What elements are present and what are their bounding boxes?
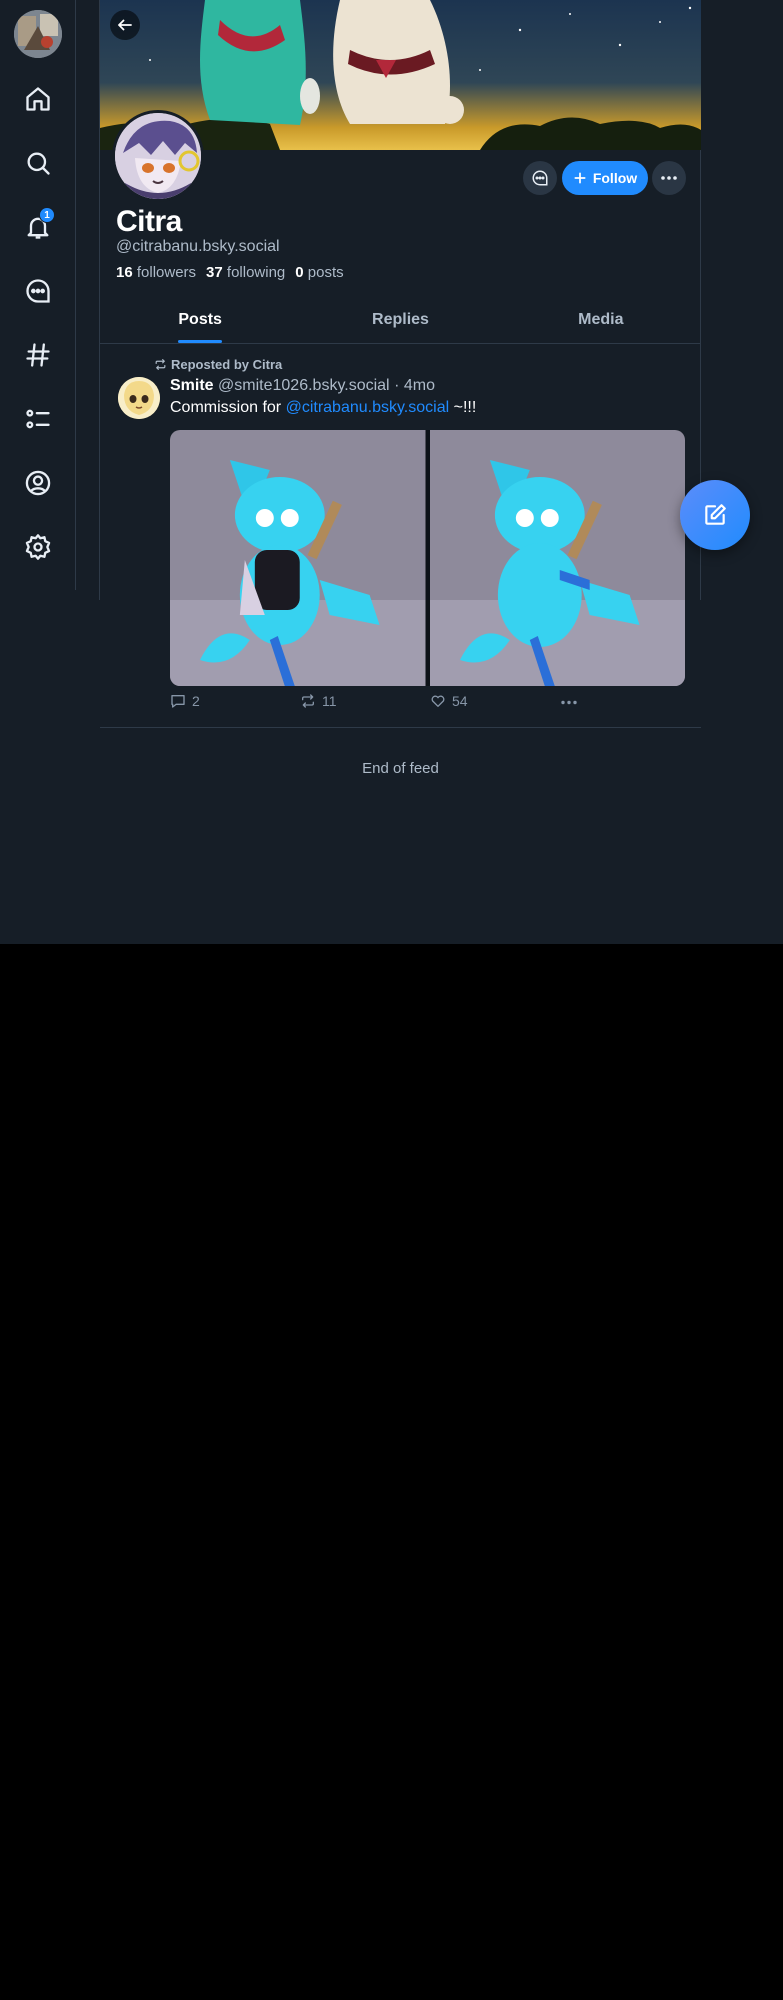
following-count: 37 bbox=[206, 264, 223, 281]
reply-count: 2 bbox=[192, 693, 200, 709]
nav-profile[interactable] bbox=[18, 463, 58, 503]
more-options-button[interactable] bbox=[652, 161, 686, 195]
nav-notifications[interactable]: 1 bbox=[18, 207, 58, 247]
plus-icon bbox=[574, 172, 586, 184]
followers-stat[interactable]: 16 followers bbox=[116, 264, 196, 281]
tab-media[interactable]: Media bbox=[501, 300, 701, 343]
compose-button[interactable] bbox=[680, 480, 750, 550]
posts-count: 0 bbox=[295, 264, 304, 281]
post-author-name[interactable]: Smite bbox=[170, 377, 214, 394]
reply-icon bbox=[171, 695, 185, 708]
profile-tabs: Posts Replies Media bbox=[100, 300, 701, 344]
nav-settings[interactable] bbox=[18, 527, 58, 567]
post-image[interactable] bbox=[429, 430, 685, 686]
arrow-left-icon bbox=[118, 19, 132, 31]
nav-home[interactable] bbox=[18, 79, 58, 119]
message-button[interactable] bbox=[523, 161, 557, 195]
post-text: Commission for @citrabanu.bsky.social ~!… bbox=[170, 399, 476, 417]
profile-icon bbox=[25, 470, 51, 496]
post-text-after: ~!!! bbox=[449, 399, 477, 416]
posts-stat: 0 posts bbox=[295, 264, 343, 281]
profile-stats: 16 followers 37 following 0 posts bbox=[116, 264, 344, 281]
ellipsis-icon bbox=[561, 700, 577, 705]
feed-post[interactable]: Reposted by Citra Smite @smite1026.bsky.… bbox=[100, 345, 701, 728]
end-of-feed: End of feed bbox=[362, 760, 439, 777]
repost-icon bbox=[302, 694, 314, 708]
repost-indicator[interactable]: Reposted by Citra bbox=[154, 357, 282, 372]
compose-icon bbox=[705, 504, 726, 525]
notification-badge: 1 bbox=[39, 207, 55, 223]
chat-icon bbox=[532, 170, 548, 186]
post-text-before: Commission for bbox=[170, 399, 286, 416]
followers-count: 16 bbox=[116, 264, 133, 281]
nav-lists[interactable] bbox=[18, 399, 58, 439]
current-user-avatar[interactable] bbox=[14, 10, 62, 58]
heart-icon bbox=[431, 695, 445, 707]
nav-feeds[interactable] bbox=[18, 335, 58, 375]
followers-label: followers bbox=[136, 264, 197, 281]
list-icon bbox=[26, 409, 50, 429]
home-icon bbox=[26, 87, 50, 111]
repost-icon bbox=[155, 359, 166, 370]
reply-button[interactable]: 2 bbox=[170, 693, 200, 709]
profile-handle: @citrabanu.bsky.social bbox=[116, 238, 280, 255]
like-count: 54 bbox=[452, 693, 468, 709]
app-window: 1 Follow Citra @citrabanu.bsky.social 16… bbox=[0, 0, 783, 944]
post-author-avatar[interactable] bbox=[118, 377, 160, 419]
ellipsis-icon bbox=[661, 176, 677, 180]
post-image[interactable] bbox=[170, 430, 426, 686]
tab-replies[interactable]: Replies bbox=[300, 300, 500, 343]
posts-label: posts bbox=[307, 264, 344, 281]
profile-avatar[interactable] bbox=[112, 110, 204, 202]
post-timestamp[interactable]: · 4mo bbox=[394, 377, 435, 394]
follow-button[interactable]: Follow bbox=[562, 161, 648, 195]
hashtag-icon bbox=[26, 343, 50, 367]
repost-label: Reposted by Citra bbox=[171, 357, 283, 372]
display-name: Citra bbox=[116, 205, 182, 238]
post-image-gallery bbox=[170, 430, 685, 686]
following-label: following bbox=[226, 264, 286, 281]
follow-label: Follow bbox=[592, 170, 638, 186]
repost-count: 11 bbox=[322, 693, 337, 709]
following-stat[interactable]: 37 following bbox=[206, 264, 285, 281]
profile-column: Follow Citra @citrabanu.bsky.social 16 f… bbox=[99, 0, 701, 777]
chat-icon bbox=[26, 279, 50, 303]
post-actions: 2 11 54 bbox=[170, 693, 685, 713]
post-author-handle[interactable]: @smite1026.bsky.social bbox=[218, 377, 390, 394]
post-mention-link[interactable]: @citrabanu.bsky.social bbox=[286, 399, 450, 416]
gear-icon bbox=[25, 534, 51, 560]
nav-chat[interactable] bbox=[18, 271, 58, 311]
left-nav: 1 bbox=[0, 0, 76, 590]
nav-search[interactable] bbox=[18, 143, 58, 183]
post-meta: Smite @smite1026.bsky.social · 4mo bbox=[170, 377, 435, 395]
like-button[interactable]: 54 bbox=[430, 693, 468, 709]
post-more-button[interactable] bbox=[560, 700, 578, 705]
search-icon bbox=[27, 152, 50, 175]
tab-posts[interactable]: Posts bbox=[100, 300, 300, 343]
repost-button[interactable]: 11 bbox=[300, 693, 337, 709]
back-button[interactable] bbox=[110, 10, 140, 40]
